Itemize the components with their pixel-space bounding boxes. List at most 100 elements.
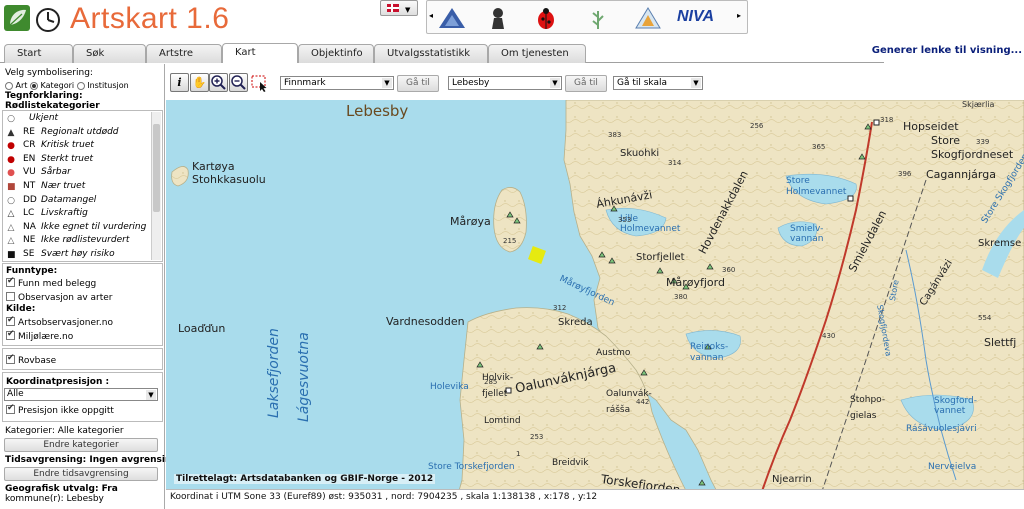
- legend-symbol-icon: ●: [7, 154, 15, 165]
- radio-institusjon[interactable]: [76, 81, 85, 90]
- artsobservasjoner-checkbox[interactable]: [6, 315, 15, 326]
- legend-scrollbar[interactable]: [151, 112, 161, 260]
- tab-sok[interactable]: Søk: [73, 44, 146, 63]
- map-label-stohpo-gielas: Stohpo- gielas: [850, 395, 886, 421]
- artsobservasjoner-row[interactable]: Artsobservasjoner.no: [6, 315, 113, 328]
- partner-logo-bar: ◂ NIVA ▸: [426, 0, 748, 34]
- legend-code: NT: [23, 181, 36, 191]
- change-categories-button[interactable]: Endre kategorier: [4, 438, 158, 452]
- height-label: 312: [553, 304, 567, 312]
- symbol-options: Art Kategori Institusjon: [5, 81, 129, 90]
- map-label-skreda: Skreda: [558, 317, 593, 328]
- select-box-icon[interactable]: [250, 73, 269, 92]
- goto-county-button[interactable]: Gå til: [397, 75, 439, 92]
- observation-square-marker[interactable]: [873, 119, 880, 126]
- precision-unknown-checkbox[interactable]: [6, 403, 15, 414]
- tab-start[interactable]: Start: [4, 44, 73, 63]
- selected-area-marker: [528, 246, 546, 264]
- zoom-out-icon[interactable]: [229, 73, 248, 92]
- height-label: 442: [636, 398, 650, 406]
- language-select[interactable]: ▼: [380, 0, 418, 16]
- precision-unknown-row[interactable]: Presisjon ikke oppgitt: [6, 403, 114, 416]
- triangle-logo-icon[interactable]: [633, 5, 663, 31]
- geo-text-1: Geografisk utvalg: Fra: [5, 484, 118, 494]
- height-label: 285: [484, 378, 498, 386]
- change-time-button[interactable]: Endre tidsavgrensing: [4, 467, 158, 481]
- map-view[interactable]: Lebesby Kartøya Stohkkasuolu Mårøya Loaď…: [166, 100, 1024, 509]
- legend-scroll-thumb[interactable]: [153, 124, 160, 212]
- info-icon[interactable]: i: [170, 73, 189, 92]
- ladybug-logo-icon[interactable]: [531, 5, 561, 31]
- map-label-loaddun: Loaďďun: [178, 322, 226, 335]
- funntype-title: Funntype:: [6, 266, 58, 276]
- legend-code: EN: [23, 153, 36, 164]
- legend-code: VU: [23, 167, 36, 178]
- kilde-title: Kilde:: [6, 304, 36, 314]
- time-text: Tidsavgrensing: Ingen avgrensing: [5, 455, 178, 465]
- scroll-right-icon[interactable]: ▸: [737, 11, 741, 20]
- niva-logo-icon[interactable]: NIVA: [677, 8, 714, 26]
- map-label-storfjellet: Storfjellet: [636, 252, 685, 263]
- funn-med-belegg-row[interactable]: Funn med belegg: [6, 276, 96, 289]
- tab-om-tjenesten[interactable]: Om tjenesten: [488, 44, 586, 63]
- chevron-down-icon: ▼: [691, 78, 701, 88]
- map-label-skjaerlia: Skjærlia: [962, 100, 995, 109]
- county-select-value: Finnmark: [284, 78, 326, 88]
- map-label-lomtind: Lomtind: [484, 416, 521, 426]
- tab-kart[interactable]: Kart: [222, 43, 298, 63]
- map-canvas[interactable]: [166, 100, 1024, 509]
- height-label: 1: [516, 450, 521, 458]
- observasjon-checkbox[interactable]: [6, 292, 15, 301]
- rovbase-row[interactable]: Rovbase: [6, 353, 56, 366]
- observation-marker[interactable]: [698, 479, 706, 486]
- radio-kategori[interactable]: [30, 81, 38, 90]
- legend-symbol-icon: ■: [7, 250, 16, 260]
- artsdatabanken-logo-icon[interactable]: [437, 5, 467, 31]
- funn-med-belegg-checkbox[interactable]: [6, 276, 15, 287]
- height-label: 256: [750, 122, 764, 130]
- legend-code: DD: [23, 194, 37, 205]
- legend-name: Nær truet: [41, 181, 86, 191]
- map-label-slettfj: Slettfj: [984, 336, 1017, 349]
- precision-value: Alle: [7, 389, 24, 399]
- rovbase-checkbox[interactable]: [6, 353, 15, 364]
- miljolaere-checkbox[interactable]: [6, 329, 15, 340]
- map-label-hopseidet: Hopseidet: [903, 120, 959, 133]
- generate-link-button[interactable]: Generer lenke til visning...: [872, 45, 1022, 56]
- tab-utvalgsstatistikk[interactable]: Utvalgsstatistikk: [374, 44, 488, 63]
- height-label: 314: [668, 159, 682, 167]
- chevron-down-icon: ▼: [146, 390, 156, 400]
- map-label-nerveielva: Nerveielva: [928, 462, 977, 472]
- zoom-in-icon[interactable]: [209, 73, 228, 92]
- municipality-select[interactable]: Lebesby ▼: [448, 76, 562, 90]
- goto-municipality-button[interactable]: Gå til: [565, 75, 607, 92]
- legend-name: Kritisk truet: [41, 140, 94, 151]
- tab-bar: Start Søk Artstre Kart Objektinfo Utvalg…: [0, 41, 884, 63]
- miljolaere-row[interactable]: Miljølære.no: [6, 329, 74, 342]
- radio-art[interactable]: [5, 81, 13, 90]
- map-label-vardnesodden: Vardnesodden: [386, 315, 465, 328]
- tab-objektinfo[interactable]: Objektinfo: [298, 44, 374, 63]
- map-label-reinoks-vannan: Reinoks- vannan: [690, 342, 729, 363]
- map-label-laksefjorden: Laksefjorden: [266, 328, 282, 418]
- height-label: 360: [722, 266, 736, 274]
- legend-name: Livskraftig: [41, 208, 88, 219]
- pan-hand-icon[interactable]: ✋: [190, 73, 209, 92]
- miljolaere-label: Miljølære.no: [18, 332, 74, 342]
- scale-select[interactable]: Gå til skala ▼: [613, 76, 703, 90]
- museum-logo-icon[interactable]: [483, 5, 513, 31]
- county-select[interactable]: Finnmark ▼: [280, 76, 394, 90]
- artskart-app: Artskart 1.6 ▼ ◂ NIVA ▸ Start Søk Artstr…: [0, 0, 1024, 509]
- legend-name: Regionalt utdødd: [41, 126, 119, 137]
- observasjon-row[interactable]: Observasjon av arter: [6, 292, 113, 303]
- tab-artstre[interactable]: Artstre: [146, 44, 222, 63]
- map-label-smielv-vannan: Smielv- vannan: [790, 224, 824, 244]
- coordinate-readout: Koordinat i UTM Sone 33 (Euref89) øst: 9…: [166, 489, 1024, 509]
- map-label-njearrin: Njearrin: [772, 474, 812, 485]
- legend-symbol-icon: ○: [7, 114, 15, 124]
- legend-code: NE: [23, 235, 36, 246]
- precision-select[interactable]: Alle ▼: [4, 388, 158, 401]
- scroll-left-icon[interactable]: ◂: [429, 11, 433, 20]
- plant-logo-icon[interactable]: [583, 5, 613, 31]
- height-label: 554: [978, 314, 992, 322]
